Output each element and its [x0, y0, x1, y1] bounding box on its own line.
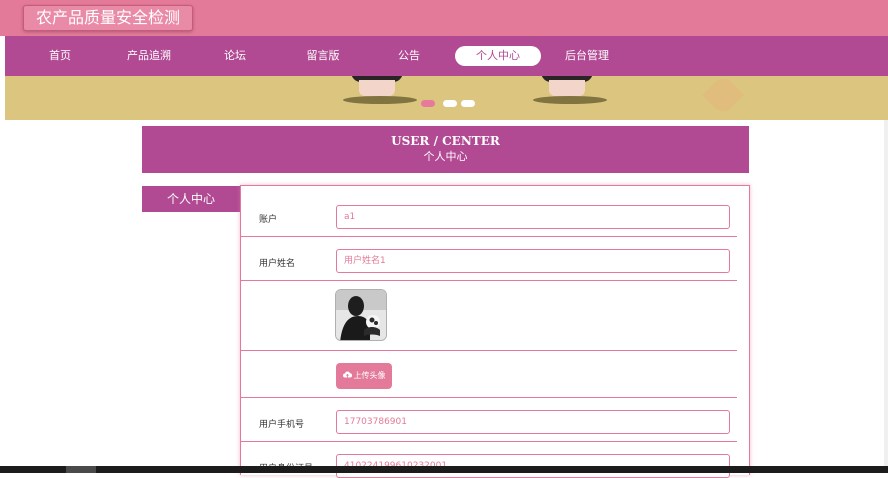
section-title-en: USER / CENTER [391, 134, 500, 148]
upload-avatar-button[interactable]: 上传头像 [336, 363, 392, 389]
profile-form: 账户 a1 用户姓名 用户姓名1 上传头像 用户手机号 17703786901 [240, 185, 750, 478]
carousel-dot-3[interactable] [461, 100, 475, 107]
nav-item-notice[interactable]: 公告 [379, 46, 439, 66]
name-label: 用户姓名 [259, 259, 296, 269]
form-row-name: 用户姓名 用户姓名1 [241, 237, 737, 281]
nav-item-product-trace[interactable]: 产品追溯 [113, 46, 185, 66]
sidebar-item-user-center[interactable]: 个人中心 [142, 186, 240, 212]
carousel-dot-2[interactable] [443, 100, 457, 107]
form-row-avatar [241, 281, 737, 351]
account-input[interactable]: a1 [336, 205, 730, 229]
os-taskbar [0, 466, 888, 473]
section-title-cn: 个人中心 [423, 150, 468, 163]
nav-item-admin[interactable]: 后台管理 [555, 46, 619, 66]
nav-item-guestbook[interactable]: 留言版 [293, 46, 353, 66]
nav-item-user-center[interactable]: 个人中心 [455, 46, 541, 66]
nav-item-forum[interactable]: 论坛 [205, 46, 265, 66]
phone-label: 用户手机号 [259, 420, 305, 430]
account-label: 账户 [259, 215, 278, 225]
cloud-upload-icon [342, 363, 352, 389]
carousel-dot-1[interactable] [421, 100, 435, 107]
banner-character-left [343, 76, 417, 104]
name-input[interactable]: 用户姓名1 [336, 249, 730, 273]
avatar-image [335, 289, 387, 341]
section-header: USER / CENTER 个人中心 [142, 126, 749, 173]
site-title[interactable]: 农产品质量安全检测 [23, 5, 193, 31]
form-row-phone: 用户手机号 17703786901 [241, 398, 737, 442]
banner-carousel[interactable] [5, 76, 888, 120]
main-nav: 首页 产品追溯 论坛 留言版 公告 个人中心 后台管理 [5, 36, 888, 76]
page-scrollbar[interactable] [884, 120, 888, 466]
leaf-decoration [701, 76, 745, 117]
upload-avatar-label: 上传头像 [353, 371, 386, 380]
banner-character-right [533, 76, 607, 104]
form-row-upload: 上传头像 [241, 351, 737, 398]
taskbar-item[interactable] [66, 466, 96, 473]
top-header: 农产品质量安全检测 [0, 0, 888, 36]
phone-input[interactable]: 17703786901 [336, 410, 730, 434]
form-row-account: 账户 a1 [241, 186, 737, 237]
nav-item-home[interactable]: 首页 [30, 46, 90, 66]
